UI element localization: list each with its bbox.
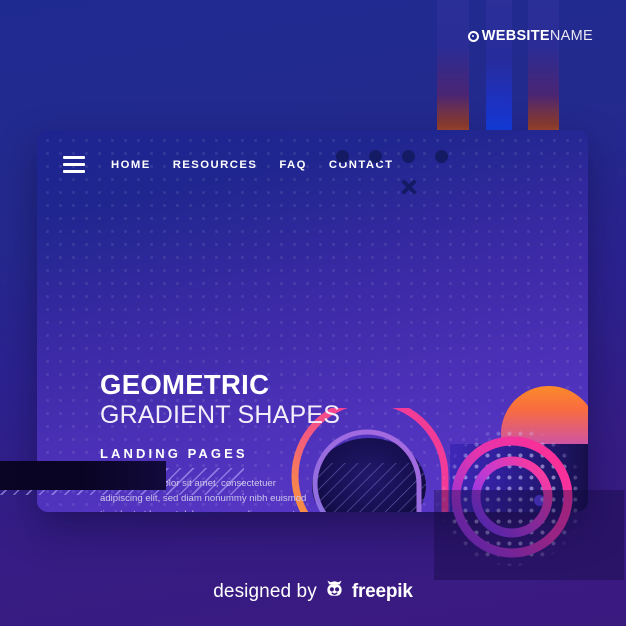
page-eyebrow: LANDING PAGES — [100, 445, 248, 461]
hero-text-block: GEOMETRIC GRADIENT SHAPES LANDING PAGES … — [100, 370, 370, 512]
concentric-rings-shape — [434, 428, 624, 580]
x-close-icon[interactable] — [400, 178, 418, 196]
nav-dot-2 — [369, 150, 382, 163]
rings-shadow-band — [434, 490, 624, 580]
freepik-mascot-icon — [324, 579, 345, 605]
dark-accent-bar-overflow — [0, 461, 166, 490]
logo-thin-text: NAME — [549, 28, 593, 44]
nav-dot-3 — [402, 150, 415, 163]
page-title: GEOMETRIC — [100, 369, 270, 400]
nav-link-resources[interactable]: RESOURCES — [173, 159, 258, 171]
footer-prefix: designed by — [213, 581, 317, 602]
nav-dot-4 — [435, 150, 448, 163]
page-subtitle: GRADIENT SHAPES — [100, 401, 341, 430]
hamburger-menu-icon[interactable] — [63, 156, 85, 173]
nav-dot-group — [336, 150, 448, 163]
footer-brand: freepik — [351, 581, 413, 602]
logo-bold-text: WEBSITE — [481, 28, 550, 44]
site-logo[interactable]: WEBSITE NAME — [467, 28, 593, 44]
nav-link-home[interactable]: HOME — [111, 159, 151, 171]
nav-dot-1 — [336, 150, 349, 163]
footer-credit: designed by freepik — [0, 579, 626, 605]
target-circle-icon — [467, 30, 479, 42]
nav-link-faq[interactable]: FAQ — [279, 159, 307, 171]
